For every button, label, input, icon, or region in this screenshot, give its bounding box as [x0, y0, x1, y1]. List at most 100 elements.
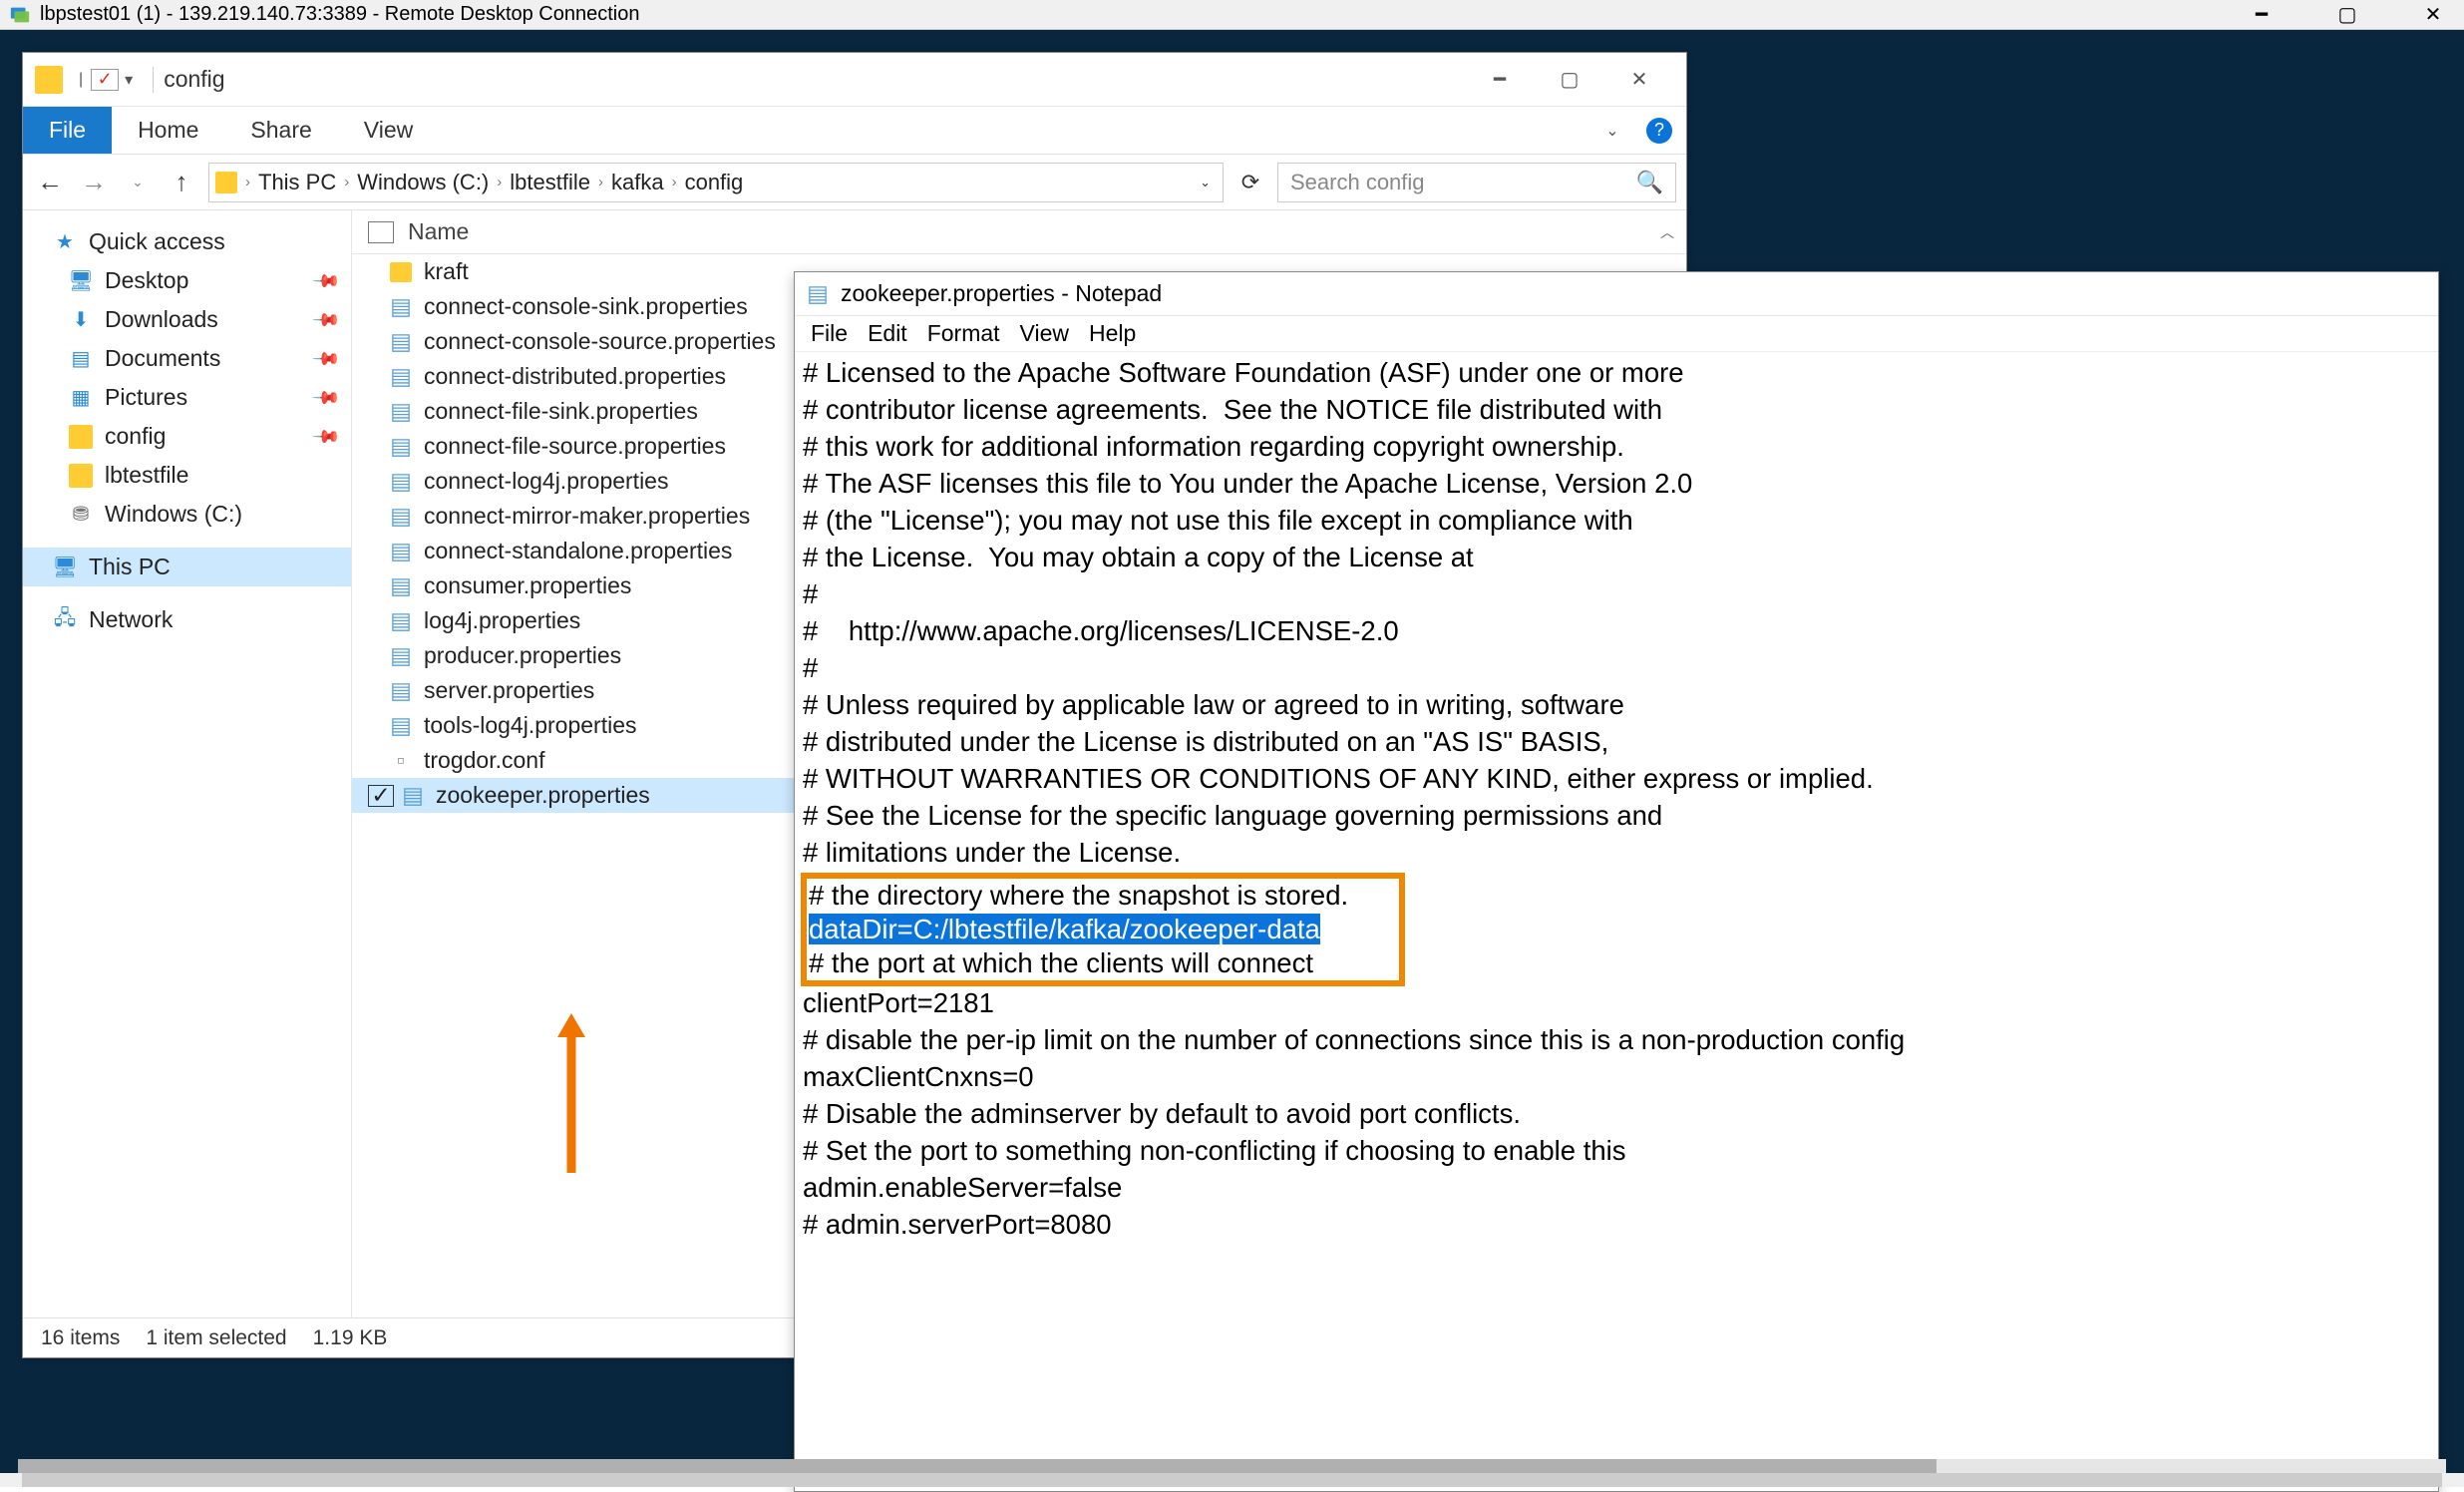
- menu-view[interactable]: View: [1010, 318, 1079, 349]
- select-all-checkbox[interactable]: [368, 221, 394, 243]
- pin-icon: 📌: [310, 382, 341, 413]
- file-icon: ▤: [388, 364, 414, 390]
- file-icon: ▤: [388, 434, 414, 460]
- file-name: connect-file-sink.properties: [424, 398, 698, 425]
- explorer-close-button[interactable]: ✕: [1604, 60, 1674, 100]
- search-icon: 🔍: [1636, 170, 1663, 195]
- sidebar-item-desktop[interactable]: 🖥Desktop📌: [23, 261, 351, 300]
- status-selected: 1 item selected: [146, 1326, 286, 1350]
- explorer-titlebar[interactable]: | ✓ ▾ config ━ ▢ ✕: [23, 53, 1686, 107]
- file-name: tools-log4j.properties: [424, 712, 637, 739]
- file-name: log4j.properties: [424, 607, 580, 634]
- file-icon: ▫: [388, 748, 414, 774]
- nav-forward-button[interactable]: →: [77, 166, 111, 199]
- sidebar-item-config[interactable]: config📌: [23, 417, 351, 456]
- file-icon: ▤: [388, 294, 414, 320]
- help-icon[interactable]: ?: [1646, 118, 1672, 144]
- scrollbar-thumb[interactable]: [22, 1473, 2442, 1487]
- notepad-menu: File Edit Format View Help: [795, 316, 2438, 352]
- sidebar-item-documents[interactable]: ▤Documents📌: [23, 339, 351, 378]
- column-name[interactable]: Name: [408, 218, 1491, 245]
- chevron-right-icon[interactable]: ›: [245, 174, 250, 190]
- chevron-right-icon[interactable]: ›: [497, 174, 502, 190]
- rdp-minimize-button[interactable]: ━: [2239, 0, 2285, 30]
- sidebar-item-drive[interactable]: ⛃Windows (C:): [23, 495, 351, 534]
- pin-icon: 📌: [310, 421, 341, 452]
- explorer-maximize-button[interactable]: ▢: [1535, 60, 1604, 100]
- file-icon: ▤: [388, 573, 414, 599]
- file-icon: ▤: [388, 678, 414, 704]
- scrollbar-thumb[interactable]: [18, 1459, 1936, 1473]
- chevron-right-icon[interactable]: ›: [598, 174, 603, 190]
- menu-file[interactable]: File: [801, 318, 858, 349]
- download-icon: ⬇: [69, 308, 93, 332]
- qat-dropdown-icon[interactable]: ▾: [125, 70, 133, 90]
- rdp-window-controls: ━ ▢ ✕: [2239, 0, 2456, 30]
- file-name: kraft: [424, 258, 469, 285]
- remote-horizontal-scrollbar[interactable]: [18, 1459, 2446, 1473]
- notepad-window[interactable]: ▤ zookeeper.properties - Notepad File Ed…: [794, 271, 2439, 1492]
- row-checkbox[interactable]: ✓: [368, 785, 394, 807]
- network-icon: 🖧: [53, 608, 77, 632]
- file-name: zookeeper.properties: [436, 782, 650, 809]
- sidebar-this-pc[interactable]: 🖥This PC: [23, 548, 351, 586]
- crumb-folder[interactable]: config: [685, 170, 744, 195]
- menu-edit[interactable]: Edit: [858, 318, 917, 349]
- file-icon: ▤: [388, 643, 414, 669]
- refresh-button[interactable]: ⟳: [1233, 166, 1267, 199]
- breadcrumb-folder-icon: [215, 172, 237, 193]
- crumb-folder[interactable]: kafka: [611, 170, 664, 195]
- crumb-this-pc[interactable]: This PC: [258, 170, 336, 195]
- menu-help[interactable]: Help: [1079, 318, 1146, 349]
- file-name: server.properties: [424, 677, 594, 704]
- drive-icon: ⛃: [69, 503, 93, 527]
- ribbon-expand-icon[interactable]: ⌄: [1592, 107, 1632, 154]
- remote-desktop-area: | ✓ ▾ config ━ ▢ ✕ File Home Share View …: [0, 30, 2464, 1473]
- search-placeholder: Search config: [1290, 170, 1425, 195]
- nav-history-dropdown[interactable]: ⌄: [121, 166, 155, 199]
- breadcrumb[interactable]: › This PC › Windows (C:) › lbtestfile › …: [208, 163, 1224, 202]
- notepad-editor[interactable]: # Licensed to the Apache Software Founda…: [795, 352, 2438, 1249]
- ribbon-tab-home[interactable]: Home: [112, 107, 224, 154]
- menu-format[interactable]: Format: [917, 318, 1010, 349]
- explorer-minimize-button[interactable]: ━: [1465, 60, 1535, 100]
- file-icon: ▤: [400, 783, 426, 809]
- sidebar-quick-access[interactable]: ★ Quick access: [23, 222, 351, 261]
- rdp-maximize-button[interactable]: ▢: [2324, 0, 2370, 30]
- document-icon: ▤: [69, 347, 93, 371]
- qat-checkbox-icon[interactable]: ✓: [91, 69, 119, 91]
- pin-icon: 📌: [310, 304, 341, 335]
- file-icon: ▤: [388, 608, 414, 634]
- crumb-folder[interactable]: lbtestfile: [510, 170, 590, 195]
- pictures-icon: ▦: [69, 386, 93, 410]
- rdp-close-button[interactable]: ✕: [2410, 0, 2456, 30]
- file-name: connect-file-source.properties: [424, 433, 726, 460]
- ribbon-tab-file[interactable]: File: [23, 107, 112, 154]
- notepad-title: zookeeper.properties - Notepad: [841, 280, 1162, 307]
- annotation-highlight-box: # the directory where the snapshot is st…: [801, 873, 1405, 986]
- file-name: connect-standalone.properties: [424, 538, 732, 564]
- notepad-icon: ▤: [805, 281, 831, 307]
- sidebar-item-pictures[interactable]: ▦Pictures📌: [23, 378, 351, 417]
- sidebar-item-lbtestfile[interactable]: lbtestfile: [23, 456, 351, 495]
- nav-back-button[interactable]: ←: [33, 166, 67, 199]
- ribbon-tab-view[interactable]: View: [338, 107, 439, 154]
- file-icon: ▤: [388, 713, 414, 739]
- pin-icon: 📌: [310, 343, 341, 374]
- sidebar-item-downloads[interactable]: ⬇Downloads📌: [23, 300, 351, 339]
- notepad-titlebar[interactable]: ▤ zookeeper.properties - Notepad: [795, 272, 2438, 316]
- ribbon-tab-share[interactable]: Share: [224, 107, 337, 154]
- folder-icon: [69, 425, 93, 449]
- selected-text: dataDir=C:/lbtestfile/kafka/zookeeper-da…: [809, 914, 1320, 944]
- chevron-right-icon[interactable]: ›: [672, 174, 677, 190]
- chevron-right-icon[interactable]: ›: [344, 174, 349, 190]
- breadcrumb-dropdown-icon[interactable]: ⌄: [1194, 175, 1217, 190]
- crumb-drive[interactable]: Windows (C:): [357, 170, 489, 195]
- sidebar-network[interactable]: 🖧Network: [23, 600, 351, 639]
- file-name: connect-console-sink.properties: [424, 293, 748, 320]
- filelist-header[interactable]: Name ︿: [352, 214, 1686, 254]
- rdp-horizontal-scrollbar[interactable]: [0, 1473, 2464, 1487]
- search-input[interactable]: Search config 🔍: [1277, 163, 1676, 202]
- nav-up-button[interactable]: ↑: [165, 166, 198, 199]
- separator: [153, 67, 154, 93]
